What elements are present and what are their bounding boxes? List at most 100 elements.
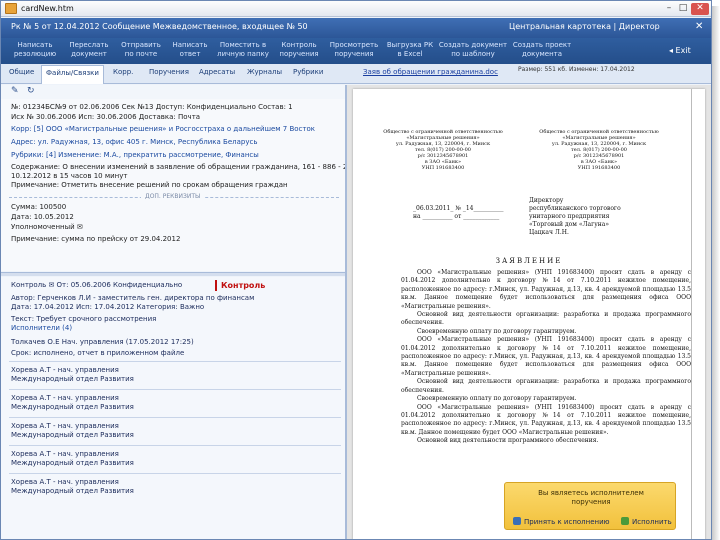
- panel-splitter[interactable]: [1, 272, 345, 276]
- comment-author: Хорева А.Т - нач. управления: [11, 394, 119, 402]
- correspondent-line[interactable]: Корр: [5] ООО «Магистральные решения» и …: [11, 125, 315, 134]
- edit-icon[interactable]: ✎: [11, 86, 19, 96]
- create-draft-button[interactable]: Создать проект документа: [511, 41, 573, 59]
- open-file-link[interactable]: Заяв об обращении гражданина.doc: [363, 68, 498, 76]
- document-viewer: Общество с ограниченной ответственностью…: [347, 85, 711, 539]
- addressee-block: Директору республиканского торгового уни…: [529, 197, 621, 236]
- tab-correspondents[interactable]: Корр.: [113, 68, 133, 76]
- tab-files[interactable]: Файлы/Связки: [41, 65, 104, 84]
- divider: [9, 389, 341, 390]
- comment-dept: Международный отдел Развития: [11, 487, 134, 495]
- card-details: №: 01234БС№9 от 02.06.2006 Сек №13 Досту…: [1, 99, 402, 271]
- divider: [9, 417, 341, 418]
- reference-reply: на __________ от ____________: [413, 213, 500, 220]
- window-title: cardNew.htm: [21, 4, 74, 13]
- paragraph: Основной вид деятельности организации: р…: [401, 378, 691, 394]
- resolution-author: Автор: Герченков Л.И - заместитель ген. …: [11, 294, 255, 302]
- section-title: ДОП. РЕКВИЗИТЫ: [141, 193, 205, 200]
- file-info: Размер: 551 кб. Изменен: 17.04.2012: [518, 66, 635, 73]
- execute-label: Исполнить: [632, 518, 672, 526]
- control-label: Контроль: [221, 281, 266, 290]
- comment-author: Хорева А.Т - нач. управления: [11, 366, 119, 374]
- accept-icon: [513, 517, 521, 525]
- notification-text: Вы являетесь исполнителем поручения: [538, 489, 644, 506]
- sum-field: Сумма: 100500: [11, 203, 67, 211]
- document-body: ООО «Магистральные решения» (УНП 1916834…: [401, 269, 691, 446]
- export-excel-button[interactable]: Выгрузка РК в Excel: [383, 41, 437, 59]
- write-resolution-button[interactable]: Написать резолюцию: [9, 41, 61, 59]
- divider: [9, 473, 341, 474]
- document-title: Рк № 5 от 12.04.2012 Сообщение Межведомс…: [11, 22, 308, 31]
- comment-dept: Международный отдел Развития: [11, 459, 134, 467]
- tab-journals[interactable]: Журналы: [247, 68, 282, 76]
- outgoing-reference: _06.03.2011_ № _14__________ на ________…: [413, 205, 503, 221]
- tab-strip: Общие Файлы/Связки Корр. Поручения Адрес…: [1, 64, 711, 84]
- view-assignments-button[interactable]: Просмотреть поручения: [325, 41, 383, 59]
- exit-button[interactable]: ◂ Exit: [669, 46, 691, 55]
- paragraph: Своевременную оплату по договору гаранти…: [417, 395, 577, 403]
- put-to-folder-button[interactable]: Поместить в личную папку: [213, 41, 273, 59]
- minimize-button[interactable]: –: [663, 3, 675, 15]
- window-shadow: [712, 6, 720, 540]
- paragraph: ООО «Магистральные решения» (УНП 1916834…: [401, 403, 691, 436]
- registration-line: №: 01234БС№9 от 02.06.2006 Сек №13 Досту…: [11, 103, 293, 111]
- tab-assignments[interactable]: Поручения: [149, 68, 189, 76]
- divider: [9, 361, 341, 362]
- close-window-button[interactable]: ✕: [691, 3, 709, 15]
- reference-number: _06.03.2011_ № _14__________: [413, 205, 504, 212]
- forward-document-button[interactable]: Переслать документ: [63, 41, 115, 59]
- document-icon: [5, 3, 17, 14]
- page-scrollbar[interactable]: [691, 89, 692, 539]
- accept-execution-button[interactable]: Принять к исполнению: [513, 517, 610, 526]
- paragraph: ООО «Магистральные решения» (УНП 1916834…: [401, 336, 691, 377]
- rubric-line[interactable]: Рубрики: [4] Изменение: М.А., прекратить…: [11, 151, 259, 160]
- divider: [9, 445, 341, 446]
- control-assignment-button[interactable]: Контроль поручения: [273, 41, 325, 59]
- tab-addressees[interactable]: Адресаты: [199, 68, 235, 76]
- comment-author: Хорева А.Т - нач. управления: [11, 478, 119, 486]
- window-titlebar: cardNew.htm – □ ✕: [1, 1, 711, 17]
- control-marker: [215, 280, 217, 291]
- letterhead-right: Общество с ограниченной ответственностью…: [539, 129, 659, 171]
- maximize-button[interactable]: □: [677, 3, 689, 15]
- check-icon: [621, 517, 629, 525]
- comment-dept: Международный отдел Развития: [11, 375, 134, 383]
- executor-notification: Вы являетесь исполнителем поручения Прин…: [504, 482, 676, 530]
- command-toolbar: Написать резолюцию Переслать документ От…: [1, 38, 711, 64]
- date-field: Дата: 10.05.2012: [11, 213, 74, 221]
- address-line[interactable]: Адрес: ул. Радужная, 13, офис 405 г. Мин…: [11, 138, 257, 147]
- app-header: Рк № 5 от 12.04.2012 Сообщение Межведомс…: [1, 18, 711, 38]
- content-line-2: 10.12.2012 в 15 часов 10 минут: [11, 172, 128, 180]
- resolution-text: Текст: Требует срочного рассмотрения: [11, 315, 157, 323]
- document-heading: ЗАЯВЛЕНИЕ: [495, 257, 563, 265]
- resolution-dates: Дата: 17.04.2012 Исп: 17.04.2012 Категор…: [11, 303, 205, 311]
- write-reply-button[interactable]: Написать ответ: [167, 41, 213, 59]
- send-by-mail-button[interactable]: Отправить по почте: [115, 41, 167, 59]
- panel-toolbar: ✎ ↻: [1, 85, 345, 99]
- refresh-icon[interactable]: ↻: [27, 86, 35, 96]
- execute-button[interactable]: Исполнить: [621, 517, 672, 526]
- resolution-header: Контроль ✉ От: 05.06.2006 Конфиденциальн…: [11, 281, 183, 289]
- comment-author: Хорева А.Т - нач. управления: [11, 450, 119, 458]
- executors-link[interactable]: Исполнители (4): [11, 324, 72, 333]
- app-window: cardNew.htm – □ ✕ Рк № 5 от 12.04.2012 С…: [0, 0, 712, 540]
- execution-status: Срок: исполнено, отчет в приложенном фай…: [11, 349, 185, 357]
- note-field: Примечание: сумма по прейску от 29.04.20…: [11, 235, 181, 243]
- letterhead-left: Общество с ограниченной ответственностью…: [383, 129, 503, 171]
- document-page: Общество с ограниченной ответственностью…: [353, 89, 705, 539]
- create-from-template-button[interactable]: Создать документ по шаблону: [437, 41, 509, 59]
- tab-rubrics[interactable]: Рубрики: [293, 68, 323, 76]
- outgoing-line: Исх № 30.06.2006 Исп: 30.06.2006 Доставк…: [11, 113, 201, 121]
- comment-author: Хорева А.Т - нач. управления: [11, 422, 119, 430]
- tab-general[interactable]: Общие: [9, 68, 34, 76]
- current-user: Центральная картотека | Директор: [509, 22, 660, 31]
- paragraph: ООО «Магистральные решения» (УНП 1916834…: [401, 269, 691, 310]
- executor-line[interactable]: Толкачев О.Е Нач. управления (17.05.2012…: [11, 338, 194, 347]
- close-card-icon[interactable]: ✕: [695, 21, 703, 32]
- accept-label: Принять к исполнению: [524, 518, 610, 526]
- paragraph: Основной вид деятельности программного о…: [417, 437, 599, 445]
- paragraph: Своевременную оплату по договору гаранти…: [417, 327, 577, 335]
- content-line: Содержание: О внесении изменений в заявл…: [11, 163, 402, 171]
- comment-dept: Международный отдел Развития: [11, 431, 134, 439]
- resolution-panel: Контроль ✉ От: 05.06.2006 Конфиденциальн…: [1, 277, 345, 539]
